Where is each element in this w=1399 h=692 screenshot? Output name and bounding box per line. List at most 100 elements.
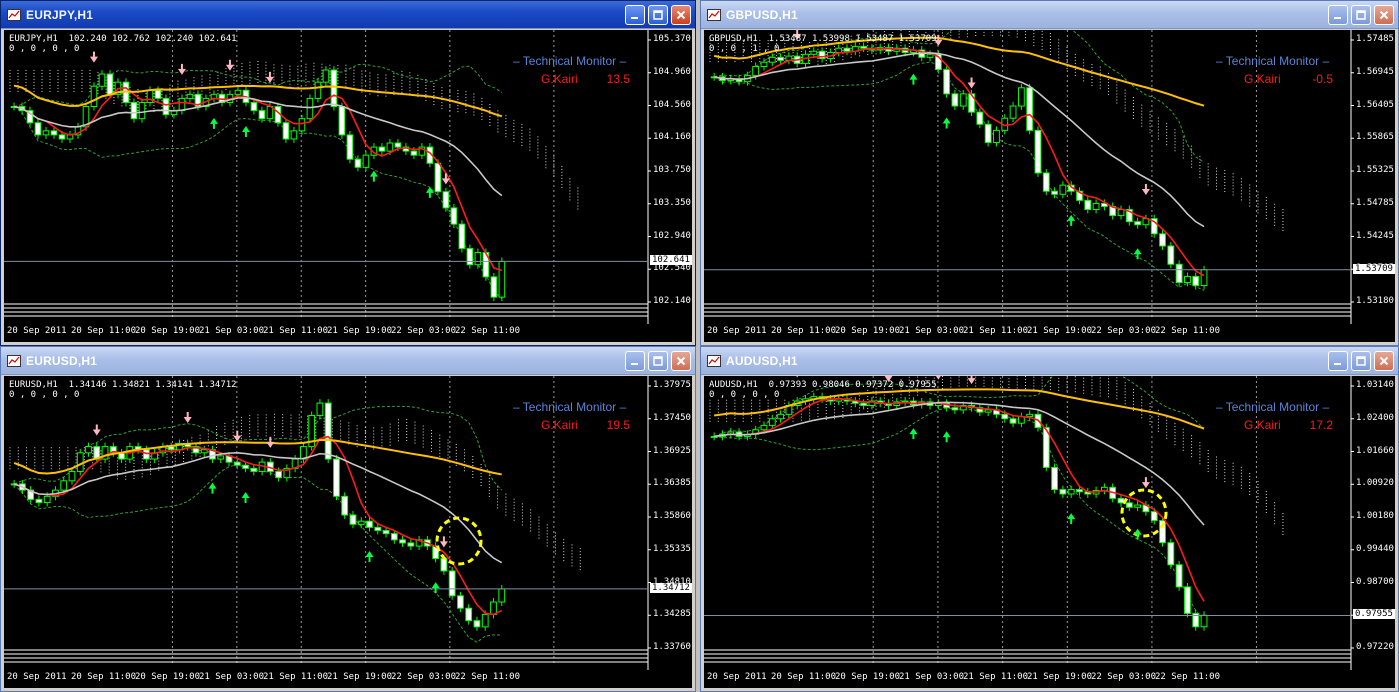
price-tick-label: 0.99440 xyxy=(1356,543,1394,554)
indicator-values: 0 , 0 , 0 , 0 xyxy=(9,390,80,400)
minimize-button[interactable] xyxy=(1328,5,1348,25)
candle xyxy=(378,143,386,156)
time-tick-label: 20 Sep 2011 xyxy=(7,672,67,682)
current-price-label: 1.53709 xyxy=(1353,263,1395,274)
candle xyxy=(490,598,497,619)
candle xyxy=(316,399,324,420)
chart-window-icon xyxy=(707,354,721,367)
candle xyxy=(98,70,106,91)
time-tick-label: 22 Sep 03:00 xyxy=(1091,672,1157,682)
candle xyxy=(186,90,194,103)
candle xyxy=(85,442,92,457)
candle xyxy=(283,464,291,482)
price-tick-label: 0.98700 xyxy=(1356,576,1394,587)
candle xyxy=(300,442,307,463)
time-tick-label: 21 Sep 19:00 xyxy=(327,326,393,336)
candle xyxy=(90,82,98,111)
technical-monitor-label: – Technical Monitor – xyxy=(513,54,627,68)
bollinger-band-dn xyxy=(714,407,1205,621)
price-chart[interactable]: 105.370 104.960 104.560 104.160 103.750 103.3… xyxy=(4,30,692,342)
maximize-button[interactable] xyxy=(648,351,668,371)
title-bar[interactable]: AUDUSD,H1 xyxy=(701,347,1398,375)
bollinger-band-dn xyxy=(13,464,502,643)
time-tick-label: 22 Sep 03:00 xyxy=(391,326,457,336)
candle xyxy=(308,411,316,451)
candle xyxy=(951,89,959,110)
chart-window-eurjpy[interactable]: EURJPY,H1 105.370 104.960 104.560 104.160 103… xyxy=(0,0,696,346)
price-tick-label: 1.57485 xyxy=(1356,34,1394,44)
candle xyxy=(35,495,43,507)
candle xyxy=(473,616,481,631)
minimize-button[interactable] xyxy=(625,5,645,25)
technical-monitor-label: – Technical Monitor – xyxy=(1216,54,1330,68)
maximize-button[interactable] xyxy=(648,5,668,25)
price-tick-label: 102.940 xyxy=(653,230,691,241)
current-price-label: 102.641 xyxy=(650,255,692,266)
price-chart[interactable]: 1.57485 1.56945 1.56405 1.55865 1.55325 1.547… xyxy=(704,30,1395,342)
indicator-values: 0 , 0 , 0 , 0 xyxy=(709,390,780,400)
time-tick-label: 21 Sep 03:00 xyxy=(899,672,965,682)
technical-monitor-label: – Technical Monitor – xyxy=(1216,400,1330,414)
chart-window-gbpusd[interactable]: GBPUSD,H1 1.57485 1.56945 1.56405 1.55865 1.5… xyxy=(700,0,1399,346)
close-button[interactable] xyxy=(1374,351,1394,371)
title-bar[interactable]: EURJPY,H1 xyxy=(1,1,695,29)
candle xyxy=(341,492,349,519)
ohlc-line: EURUSD,H1 1.34146 1.34821 1.34141 1.3471… xyxy=(9,380,237,390)
window-controls xyxy=(625,351,691,371)
candle xyxy=(1192,272,1200,290)
close-button[interactable] xyxy=(671,5,691,25)
ohlc-line: GBPUSD,H1 1.53487 1.53998 1.53487 1.5370… xyxy=(709,34,937,44)
ohlc-line: AUDUSD,H1 0.97393 0.98046 0.97372 0.9795… xyxy=(709,380,937,390)
candle xyxy=(76,448,84,476)
candle xyxy=(1017,412,1025,428)
candle xyxy=(1100,483,1108,495)
close-button[interactable] xyxy=(671,351,691,371)
technical-monitor-label: – Technical Monitor – xyxy=(513,400,627,414)
minimize-button[interactable] xyxy=(625,351,645,371)
candle xyxy=(1117,494,1125,507)
candle xyxy=(159,442,167,457)
candle xyxy=(66,130,74,143)
price-chart[interactable]: 1.03140 1.02400 1.01660 1.00920 1.00180 0.994… xyxy=(704,376,1395,688)
price-tick-label: 1.00180 xyxy=(1356,511,1394,521)
candles xyxy=(10,399,506,631)
price-tick-label: 103.750 xyxy=(653,165,691,175)
time-tick-label: 22 Sep 11:00 xyxy=(455,672,521,682)
time-tick-label: 21 Sep 03:00 xyxy=(199,672,265,682)
kairi-value: 19.5 xyxy=(606,418,630,432)
maximize-button[interactable] xyxy=(1351,5,1371,25)
technical-monitor-text: Technical Monitor xyxy=(522,54,617,68)
price-tick-label: 104.160 xyxy=(653,132,691,143)
price-tick-label: 1.53180 xyxy=(1356,296,1394,306)
chart-window-eurusd[interactable]: EURUSD,H1 1.37975 1.37450 1.36925 1.36385 1.3… xyxy=(0,346,696,692)
minimize-button[interactable] xyxy=(1328,351,1348,371)
candle xyxy=(1009,102,1017,123)
title-bar[interactable]: GBPUSD,H1 xyxy=(701,1,1398,29)
ohlc-line: EURJPY,H1 102.240 102.762 102.240 102.64… xyxy=(9,34,237,44)
price-chart[interactable]: 1.37975 1.37450 1.36925 1.36385 1.35860 1.353… xyxy=(4,376,692,688)
close-button[interactable] xyxy=(1374,5,1394,25)
time-tick-label: 21 Sep 11:00 xyxy=(963,672,1029,682)
chart-window-audusd[interactable]: AUDUSD,H1 1.03140 1.02400 1.01660 1.00920 1.0… xyxy=(700,346,1399,692)
kairi-value: -0.5 xyxy=(1312,72,1333,86)
signal-arrows xyxy=(92,412,448,594)
time-tick-label: 20 Sep 19:00 xyxy=(135,672,201,682)
price-tick-label: 1.35335 xyxy=(653,543,691,554)
signal-arrows xyxy=(793,30,1150,260)
technical-monitor-text: Technical Monitor xyxy=(522,400,617,414)
candle xyxy=(498,585,506,606)
maximize-button[interactable] xyxy=(1351,351,1371,371)
candle xyxy=(490,272,498,302)
candle xyxy=(1200,611,1208,631)
candle xyxy=(209,445,216,463)
ema-fast-line xyxy=(13,435,503,616)
time-tick-label: 20 Sep 11:00 xyxy=(771,672,837,682)
price-tick-label: 1.37975 xyxy=(653,380,691,390)
candle xyxy=(1042,169,1050,196)
candle xyxy=(322,66,330,87)
title-bar[interactable]: EURUSD,H1 xyxy=(1,347,695,375)
candle xyxy=(1067,485,1075,498)
time-tick-label: 20 Sep 11:00 xyxy=(71,326,137,336)
price-tick-label: 104.960 xyxy=(653,66,691,77)
price-tick-label: 1.36385 xyxy=(653,478,691,489)
